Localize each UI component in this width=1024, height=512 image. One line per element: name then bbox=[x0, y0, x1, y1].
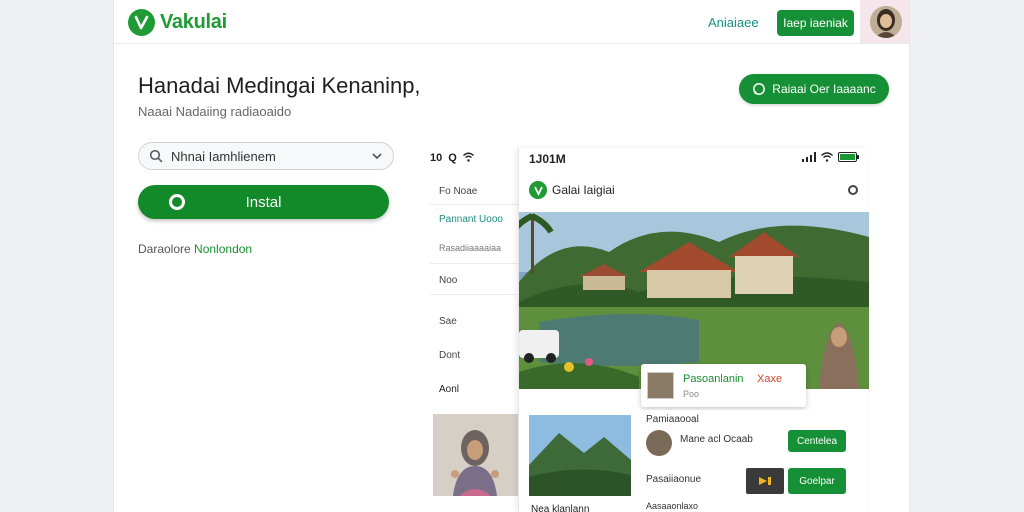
mountain-photo bbox=[529, 415, 631, 496]
avatar bbox=[869, 5, 902, 38]
village-photo bbox=[519, 212, 869, 389]
contact-button[interactable]: Centelea bbox=[788, 430, 846, 452]
cta-label: Raiaai Oer Iaaaanc bbox=[772, 82, 876, 96]
app-header: Galai Iaigiai bbox=[529, 181, 615, 199]
app-logo-icon bbox=[529, 181, 547, 199]
menu-item[interactable]: Dont bbox=[439, 350, 460, 361]
profile-area[interactable] bbox=[860, 0, 909, 43]
profile-name: Pasoanlanin bbox=[683, 373, 744, 385]
tagline: Daraolore Nonlondon bbox=[138, 242, 252, 256]
status-glyph: Q bbox=[448, 152, 457, 164]
divider bbox=[430, 294, 518, 295]
whatsapp-cta-button[interactable]: Raiaai Oer Iaaaanc bbox=[739, 74, 889, 104]
action-button[interactable]: Goelpar bbox=[788, 468, 846, 494]
phone-mockup-secondary: 10 Q Fo Noae Pannant Uooo Rasadiiaaaaiaa… bbox=[426, 148, 522, 512]
menu-item[interactable]: Fo Noae bbox=[439, 186, 477, 197]
status-bar: 10 Q bbox=[430, 152, 474, 164]
menu-item-active[interactable]: Pannant Uooo bbox=[439, 214, 503, 225]
menu-item[interactable]: Noo bbox=[439, 275, 457, 286]
wifi-icon bbox=[462, 152, 474, 162]
settings-icon[interactable] bbox=[848, 185, 858, 195]
install-label: Instal bbox=[245, 194, 282, 211]
menu-item[interactable]: Sae bbox=[439, 316, 457, 327]
page-subtitle: Naaai Nadaiing radiaoaido bbox=[138, 104, 292, 119]
phone-mockup-main: 1J01M Galai Iaigiai Pasoanlanin Xaxe Poo… bbox=[518, 148, 869, 512]
tagline-prefix: Daraolore bbox=[138, 242, 191, 256]
divider bbox=[430, 204, 518, 205]
contact-avatar bbox=[646, 430, 672, 456]
signal-icon bbox=[802, 152, 816, 162]
status-time: 10 bbox=[430, 152, 443, 164]
row-label: Pasaiiaonue bbox=[646, 474, 702, 485]
page-title: Hanadai Medingai Kenaninp, bbox=[138, 73, 421, 98]
chevron-down-icon[interactable] bbox=[371, 150, 383, 162]
divider bbox=[430, 263, 518, 264]
logo-icon bbox=[128, 9, 155, 36]
battery-icon bbox=[838, 152, 859, 162]
install-button[interactable]: Instal bbox=[138, 185, 389, 219]
tagline-link[interactable]: Nonlondon bbox=[194, 242, 252, 256]
whatsapp-icon bbox=[753, 83, 766, 95]
nav-link[interactable]: Aniaiaee bbox=[708, 15, 759, 30]
profile-badge: Xaxe bbox=[757, 373, 783, 385]
search-icon bbox=[149, 149, 163, 163]
person-photo bbox=[433, 414, 519, 496]
menu-item[interactable]: Rasadiiaaaaiaa bbox=[439, 243, 501, 253]
search-input[interactable]: Nhnai Iamhlienem bbox=[138, 142, 394, 170]
photo-caption: Nea klanlann bbox=[531, 504, 590, 512]
profile-thumbnail bbox=[647, 372, 674, 399]
logo-text: Vakulai bbox=[160, 11, 227, 33]
row-label: Aasaaonlaxo bbox=[646, 501, 699, 511]
logo[interactable]: Vakulai bbox=[128, 9, 227, 36]
status-icons bbox=[802, 152, 860, 162]
page: Vakulai Aniaiaee Iaep iaeniak Hanadai Me… bbox=[113, 0, 910, 512]
app-title: Galai Iaigiai bbox=[552, 183, 615, 197]
search-value: Nhnai Iamhlienem bbox=[171, 148, 276, 164]
panel-title: Pamiaaooal bbox=[646, 414, 699, 425]
media-icon[interactable] bbox=[746, 468, 784, 494]
wifi-icon bbox=[821, 152, 833, 162]
menu-item[interactable]: Aonl bbox=[439, 384, 459, 395]
contacts-panel: Pamiaaooal Mane acl Ocaab Centelea Pasai… bbox=[640, 410, 855, 512]
top-bar: Vakulai Aniaiaee Iaep iaeniak bbox=[114, 0, 909, 44]
profile-subtitle: Poo bbox=[683, 389, 700, 399]
status-time: 1J01M bbox=[529, 152, 566, 166]
contact-name: Mane acl Ocaab bbox=[680, 434, 753, 445]
profile-card[interactable]: Pasoanlanin Xaxe Poo bbox=[641, 364, 806, 407]
header-button[interactable]: Iaep iaeniak bbox=[777, 10, 854, 36]
